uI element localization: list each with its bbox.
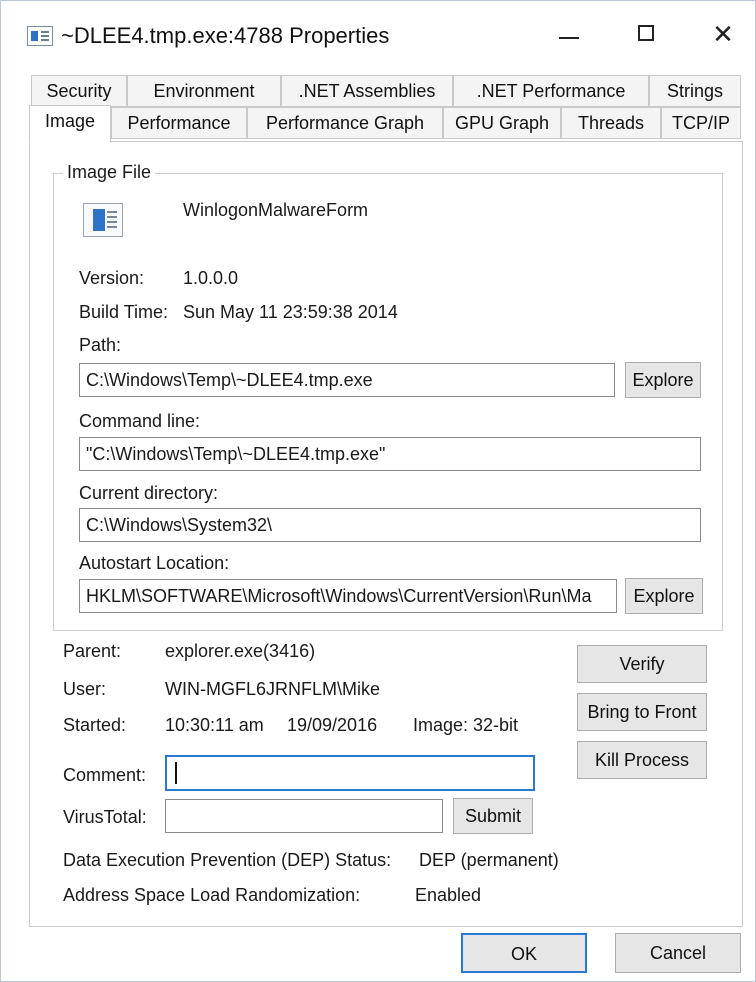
aslr-label: Address Space Load Randomization: (63, 885, 361, 905)
started-time: 10:30:11 am (165, 715, 264, 735)
user-value: WIN-MGFL6JRNFLM\Mike (165, 679, 380, 699)
close-icon: ✕ (712, 19, 734, 49)
started-date: 19/09/2016 (287, 715, 378, 735)
dep-status-value: DEP (permanent) (419, 850, 559, 870)
tab-image[interactable]: Image (29, 105, 111, 143)
comment-label: Comment: (63, 765, 147, 785)
text-cursor (175, 762, 177, 785)
image-file-group-label: Image File (63, 162, 156, 183)
submit-button[interactable]: Submit (453, 798, 533, 834)
build-time-label: Build Time: (79, 302, 169, 322)
image-description: WinlogonMalwareForm (183, 200, 369, 220)
user-label: User: (63, 679, 107, 699)
autostart-explore-button[interactable]: Explore (625, 578, 703, 614)
path-field[interactable]: C:\Windows\Temp\~DLEE4.tmp.exe (79, 363, 615, 397)
maximize-icon (638, 25, 654, 41)
parent-label: Parent: (63, 641, 122, 661)
autostart-location-field[interactable]: HKLM\SOFTWARE\Microsoft\Windows\CurrentV… (79, 579, 617, 613)
dep-status-label: Data Execution Prevention (DEP) Status: (63, 850, 392, 870)
parent-value: explorer.exe(3416) (165, 641, 316, 661)
tab-performance-graph[interactable]: Performance Graph (247, 107, 443, 139)
virustotal-label: VirusTotal: (63, 807, 147, 827)
tab-net-assemblies[interactable]: .NET Assemblies (281, 75, 453, 107)
path-explore-button[interactable]: Explore (625, 362, 701, 398)
maximize-button[interactable] (623, 15, 673, 55)
command-line-label: Command line: (79, 411, 201, 431)
started-label: Started: (63, 715, 127, 735)
tab-net-performance[interactable]: .NET Performance (453, 75, 649, 107)
application-window-icon (83, 203, 123, 237)
image-bitness: Image: 32-bit (413, 715, 519, 735)
path-label: Path: (79, 335, 122, 355)
current-directory-field[interactable]: C:\Windows\System32\ (79, 508, 701, 542)
comment-input[interactable] (165, 755, 535, 791)
properties-window: ~DLEE4.tmp.exe:4788 Properties ✕ Securit… (0, 0, 756, 982)
minimize-button[interactable] (545, 15, 595, 55)
ok-button[interactable]: OK (461, 933, 587, 973)
kill-process-button[interactable]: Kill Process (577, 741, 707, 779)
version-value: 1.0.0.0 (183, 268, 239, 288)
virustotal-input[interactable] (165, 799, 443, 833)
app-window-icon (27, 26, 53, 46)
tab-performance[interactable]: Performance (111, 107, 247, 139)
build-time-value: Sun May 11 23:59:38 2014 (183, 302, 398, 322)
verify-button[interactable]: Verify (577, 645, 707, 683)
close-button[interactable]: ✕ (703, 15, 753, 55)
aslr-value: Enabled (415, 885, 482, 905)
cancel-button[interactable]: Cancel (615, 933, 741, 973)
tab-strings[interactable]: Strings (649, 75, 741, 107)
current-directory-label: Current directory: (79, 483, 219, 503)
tab-threads[interactable]: Threads (561, 107, 661, 139)
tab-environment[interactable]: Environment (127, 75, 281, 107)
command-line-field[interactable]: "C:\Windows\Temp\~DLEE4.tmp.exe" (79, 437, 701, 471)
bring-to-front-button[interactable]: Bring to Front (577, 693, 707, 731)
tab-tcpip[interactable]: TCP/IP (661, 107, 741, 139)
tab-security[interactable]: Security (31, 75, 127, 107)
tab-gpu-graph[interactable]: GPU Graph (443, 107, 561, 139)
window-title: ~DLEE4.tmp.exe:4788 Properties (61, 23, 390, 48)
autostart-location-label: Autostart Location: (79, 553, 230, 573)
title-bar[interactable]: ~DLEE4.tmp.exe:4788 Properties ✕ (1, 1, 755, 63)
minimize-icon (559, 37, 579, 39)
version-label: Version: (79, 268, 145, 288)
